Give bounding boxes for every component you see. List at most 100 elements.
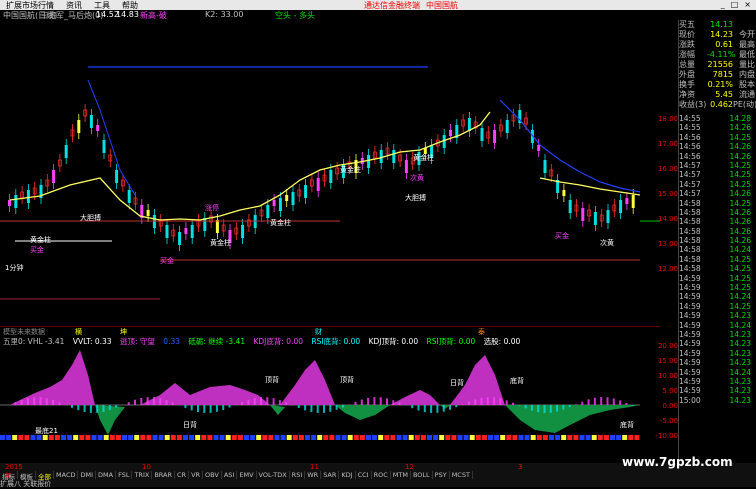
tab-vol-tdx[interactable]: VOL-TDX — [257, 471, 290, 479]
maximize-icon[interactable]: □ — [728, 0, 742, 9]
tab-mtm[interactable]: MTM — [391, 471, 411, 479]
tab-boll[interactable]: BOLL — [411, 471, 433, 479]
tick-price: 14.26 — [717, 189, 751, 198]
indicator-bar — [216, 405, 218, 412]
quote-label: 外盘 — [679, 70, 707, 80]
candle-body — [8, 200, 11, 206]
menu-item-tools[interactable]: 工具 — [88, 0, 116, 11]
tick-time: 14:59 — [679, 349, 717, 358]
tab-trix[interactable]: TRIX — [132, 471, 152, 479]
tab-kdj[interactable]: KDJ — [339, 471, 355, 479]
tab-obv[interactable]: OBV — [203, 471, 222, 479]
tick-row: 14:5514.28 — [679, 114, 756, 123]
quote-row: 涨幅-4.11%最低 — [679, 50, 756, 60]
tab-fsl[interactable]: FSL — [116, 471, 132, 479]
indicator-bar — [562, 405, 564, 410]
close-icon[interactable]: × — [741, 0, 754, 9]
candle-body — [625, 198, 628, 204]
indicator-bar — [317, 405, 319, 413]
tick-price: 14.23 — [717, 386, 751, 395]
sub-label-6: 底背 — [620, 420, 634, 429]
signal-cell — [378, 435, 383, 440]
tab-cr[interactable]: CR — [175, 471, 189, 479]
tick-list[interactable]: 14:5514.2814:5514.2614:5614.2514:5614.26… — [679, 114, 756, 405]
candle-body — [607, 210, 610, 223]
tab-macd[interactable]: MACD — [54, 471, 78, 479]
indicator-bar — [455, 405, 457, 407]
signal-cell — [18, 435, 23, 440]
tab-brar[interactable]: BRAR — [152, 471, 175, 479]
tab-dmi[interactable]: DMI — [78, 471, 96, 479]
tab-mcst[interactable]: MCST — [450, 471, 473, 479]
indicator-bar — [254, 398, 256, 405]
indicator-bar — [147, 397, 149, 405]
tab-psy[interactable]: PSY — [433, 471, 450, 479]
minimize-icon[interactable]: _ — [718, 0, 728, 9]
tab-sar[interactable]: SAR — [321, 471, 339, 479]
signal-cell — [610, 435, 615, 440]
signal-cell — [573, 435, 578, 440]
header-v2: 14.83 — [116, 10, 139, 19]
indicator-bar — [487, 397, 489, 405]
indicator-tabs: 指标模板全部MACDDMIDMAFSLTRIXBRARCRVROBVASIEMV… — [0, 471, 473, 479]
quote-row: 现价14.23今开 — [679, 30, 756, 40]
menu-item-market[interactable]: 扩展市场行情 — [0, 0, 60, 11]
quote-row: 买五14.13 — [679, 20, 756, 30]
candle-body — [537, 145, 540, 151]
tab-rsi[interactable]: RSI — [290, 471, 306, 479]
menu-item-news[interactable]: 资讯 — [60, 0, 88, 11]
green-area — [95, 405, 640, 435]
tab-asi[interactable]: ASI — [222, 471, 238, 479]
signal-cell — [543, 435, 548, 440]
signal-cell — [37, 435, 42, 440]
tab-模板[interactable]: 模板 — [18, 471, 36, 479]
tick-time: 14:59 — [679, 302, 717, 311]
tab-vr[interactable]: VR — [189, 471, 203, 479]
tab-dma[interactable]: DMA — [96, 471, 116, 479]
signal-cell — [433, 435, 438, 440]
tick-time: 14:55 — [679, 123, 717, 132]
tick-row: 14:5714.25 — [679, 170, 756, 179]
tab-emv[interactable]: EMV — [237, 471, 256, 479]
tick-row: 14:5914.24 — [679, 292, 756, 301]
tick-time: 14:58 — [679, 208, 717, 217]
signal-cell — [43, 435, 48, 440]
tab-全部[interactable]: 全部 — [36, 471, 54, 479]
annotation-5: 黄金柱 — [340, 165, 361, 174]
sub-label-7: 底背 — [510, 376, 524, 385]
signal-cell — [323, 435, 328, 440]
candle-body — [147, 210, 150, 216]
tab-wr[interactable]: WR — [305, 471, 321, 479]
promo-terminal[interactable]: 通达信金融终端 — [358, 0, 426, 11]
indicator-bar — [499, 398, 501, 405]
signal-cell — [281, 435, 286, 440]
tick-price: 14.25 — [717, 199, 751, 208]
signal-cell — [421, 435, 426, 440]
indicator-bar — [184, 405, 186, 408]
menu-item-help[interactable]: 帮助 — [116, 0, 144, 11]
indicator-chart[interactable]: 最底21 日背 日背 顶背 顶背 底背 底背 — [0, 335, 660, 445]
tick-price: 14.25 — [717, 161, 751, 170]
tick-row: 14:5814.25 — [679, 255, 756, 264]
promo-stock[interactable]: 中国国航 — [420, 0, 464, 11]
tick-price: 14.26 — [717, 227, 751, 236]
signal-cell — [451, 435, 456, 440]
indicator-bar — [544, 405, 546, 413]
tab-roc[interactable]: ROC — [372, 471, 391, 479]
signal-cell — [12, 435, 17, 440]
quote-value: -4.11% — [707, 50, 733, 60]
candle-body — [103, 140, 106, 153]
indicator-bar — [241, 402, 243, 405]
tick-row: 14:5814.26 — [679, 208, 756, 217]
tab-指标[interactable]: 指标 — [0, 471, 18, 479]
tick-time: 14:58 — [679, 199, 717, 208]
quote-label: 换手 — [679, 80, 707, 90]
tick-time: 14:55 — [679, 114, 717, 123]
tick-time: 14:59 — [679, 386, 717, 395]
candle-body — [285, 195, 288, 201]
tick-time: 14:57 — [679, 189, 717, 198]
signal-cell — [336, 435, 341, 440]
candlestick-chart[interactable]: 大胆搏 黄金柱 黄金柱 黄金柱 黄金柱 黄金柱 大胆搏 次黄 买金 买金 涨停 … — [0, 20, 660, 320]
tab-cci[interactable]: CCI — [356, 471, 372, 479]
indicator-bar — [260, 397, 262, 405]
